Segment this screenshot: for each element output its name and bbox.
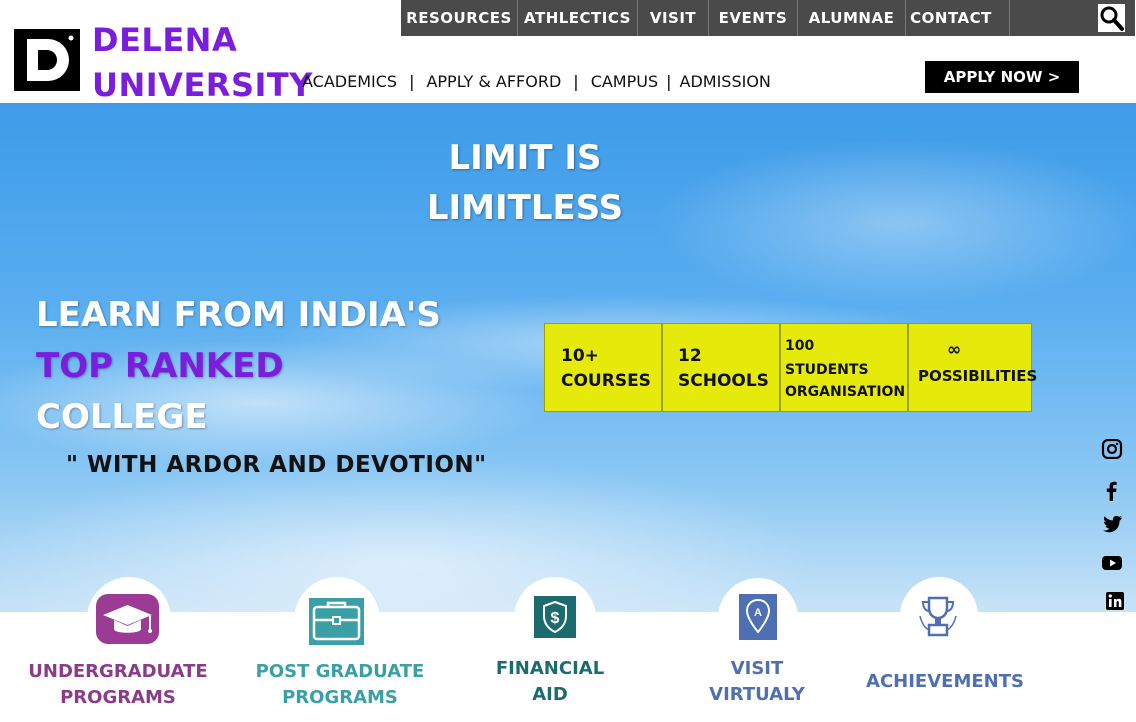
svg-text:A: A — [754, 607, 762, 619]
logo-mark-icon — [27, 35, 74, 81]
apply-now-button[interactable]: APPLY NOW > — [925, 61, 1079, 93]
undergraduate-programs-link[interactable]: UNDERGRADUATE PROGRAMS — [20, 659, 216, 711]
link-line-1: ACHIEVEMENTS — [866, 671, 1024, 692]
secnav-separator: | — [409, 72, 415, 91]
briefcase-icon — [309, 598, 364, 645]
link-line-1: UNDERGRADUATE — [28, 661, 208, 682]
stat-possibilities: ∞ POSSIBILITIES — [908, 323, 1037, 412]
topnav-visit[interactable]: VISIT — [638, 0, 708, 36]
stat-value: 12 — [678, 346, 702, 366]
hero-tagline-block: LEARN FROM INDIA'S TOP RANKED COLLEGE — [36, 290, 441, 443]
topnav-events[interactable]: EVENTS — [709, 0, 797, 36]
secnav-separator: | — [573, 72, 579, 91]
stat-value: 10+ — [561, 346, 599, 366]
postgraduate-programs-link[interactable]: POST GRADUATE PROGRAMS — [248, 659, 432, 711]
page: RESOURCES ATHLECTICS VISIT EVENTS ALUMNA… — [0, 0, 1136, 722]
brand-name[interactable]: DELENA UNIVERSITY — [92, 18, 313, 108]
link-line-1: VISIT — [730, 658, 784, 679]
link-line-2: AID — [532, 684, 568, 705]
svg-text:$: $ — [551, 610, 560, 627]
hero-title-line-1: LIMIT IS — [448, 138, 602, 178]
facebook-link[interactable] — [1101, 481, 1123, 501]
stat-organisations: 100 STUDENTS ORGANISATION — [780, 323, 908, 412]
financial-aid-link-icon[interactable]: $ — [534, 596, 576, 642]
link-line-2: PROGRAMS — [60, 687, 176, 708]
learn-line-3: COLLEGE — [36, 397, 208, 437]
secnav-campus[interactable]: CAMPUS — [591, 72, 658, 91]
brand-line-2: UNIVERSITY — [92, 66, 313, 104]
stat-courses: 10+ COURSES — [544, 323, 662, 412]
visit-virtually-link-icon[interactable]: A — [739, 594, 777, 644]
twitter-link[interactable] — [1101, 514, 1123, 534]
university-logo[interactable] — [14, 29, 80, 91]
learn-line-2: TOP RANKED — [36, 346, 284, 386]
postgraduate-link-icon[interactable] — [309, 598, 364, 649]
dollar-shield-icon: $ — [534, 596, 576, 638]
stat-value: ∞ — [947, 340, 962, 360]
link-line-2: PROGRAMS — [282, 687, 398, 708]
trophy-icon — [919, 596, 957, 637]
topnav-athletics[interactable]: ATHLECTICS — [518, 0, 637, 36]
financial-aid-link[interactable]: FINANCIAL AID — [480, 656, 620, 708]
hero-motto: " WITH ARDOR AND DEVOTION" — [66, 452, 487, 478]
stat-label: POSSIBILITIES — [918, 367, 1038, 385]
instagram-icon — [1101, 438, 1123, 460]
map-pin-icon: A — [739, 594, 777, 640]
secnav-admission[interactable]: ADMISSION — [680, 72, 771, 91]
topnav-resources[interactable]: RESOURCES — [401, 0, 517, 36]
hero-title-line-2: LIMITLESS — [426, 188, 624, 228]
topnav-contact[interactable]: CONTACT — [906, 0, 996, 36]
search-icon — [1100, 6, 1124, 31]
visit-virtually-link[interactable]: VISIT VIRTUALY — [690, 656, 824, 708]
graduation-cap-icon — [96, 594, 159, 644]
instagram-link[interactable] — [1101, 438, 1123, 460]
facebook-icon — [1106, 481, 1117, 501]
linkedin-link[interactable] — [1105, 591, 1125, 611]
brand-line-1: DELENA — [92, 21, 238, 59]
learn-line-1: LEARN FROM INDIA'S — [36, 295, 441, 335]
stat-label: SCHOOLS — [678, 371, 769, 391]
youtube-icon — [1102, 556, 1122, 570]
twitter-icon — [1103, 515, 1122, 533]
achievements-link-icon[interactable] — [915, 594, 961, 644]
secnav-separator: | — [666, 72, 672, 91]
stat-schools: 12 SCHOOLS — [662, 323, 780, 412]
stat-label: STUDENTS ORGANISATION — [785, 362, 906, 400]
youtube-link[interactable] — [1101, 553, 1123, 573]
stat-value: 100 — [785, 338, 815, 354]
topnav-alumnae[interactable]: ALUMNAE — [798, 0, 905, 36]
link-line-1: POST GRADUATE — [255, 661, 425, 682]
linkedin-icon — [1106, 592, 1124, 610]
secondary-nav: ACADEMICS | APPLY & AFFORD | CAMPUS | ADMISSIO… — [302, 72, 771, 96]
secnav-academics[interactable]: ACADEMICS — [302, 72, 397, 91]
stat-label: COURSES — [561, 371, 651, 391]
achievements-link[interactable]: ACHIEVEMENTS — [860, 669, 1030, 695]
secnav-apply-afford[interactable]: APPLY & AFFORD — [426, 72, 561, 91]
hero-title: LIMIT IS LIMITLESS — [380, 133, 670, 233]
search-button[interactable] — [1098, 4, 1125, 32]
undergraduate-link-icon[interactable] — [96, 594, 159, 648]
topnav-divider — [1009, 0, 1010, 36]
link-line-2: VIRTUALY — [709, 684, 805, 705]
link-line-1: FINANCIAL — [495, 658, 605, 679]
